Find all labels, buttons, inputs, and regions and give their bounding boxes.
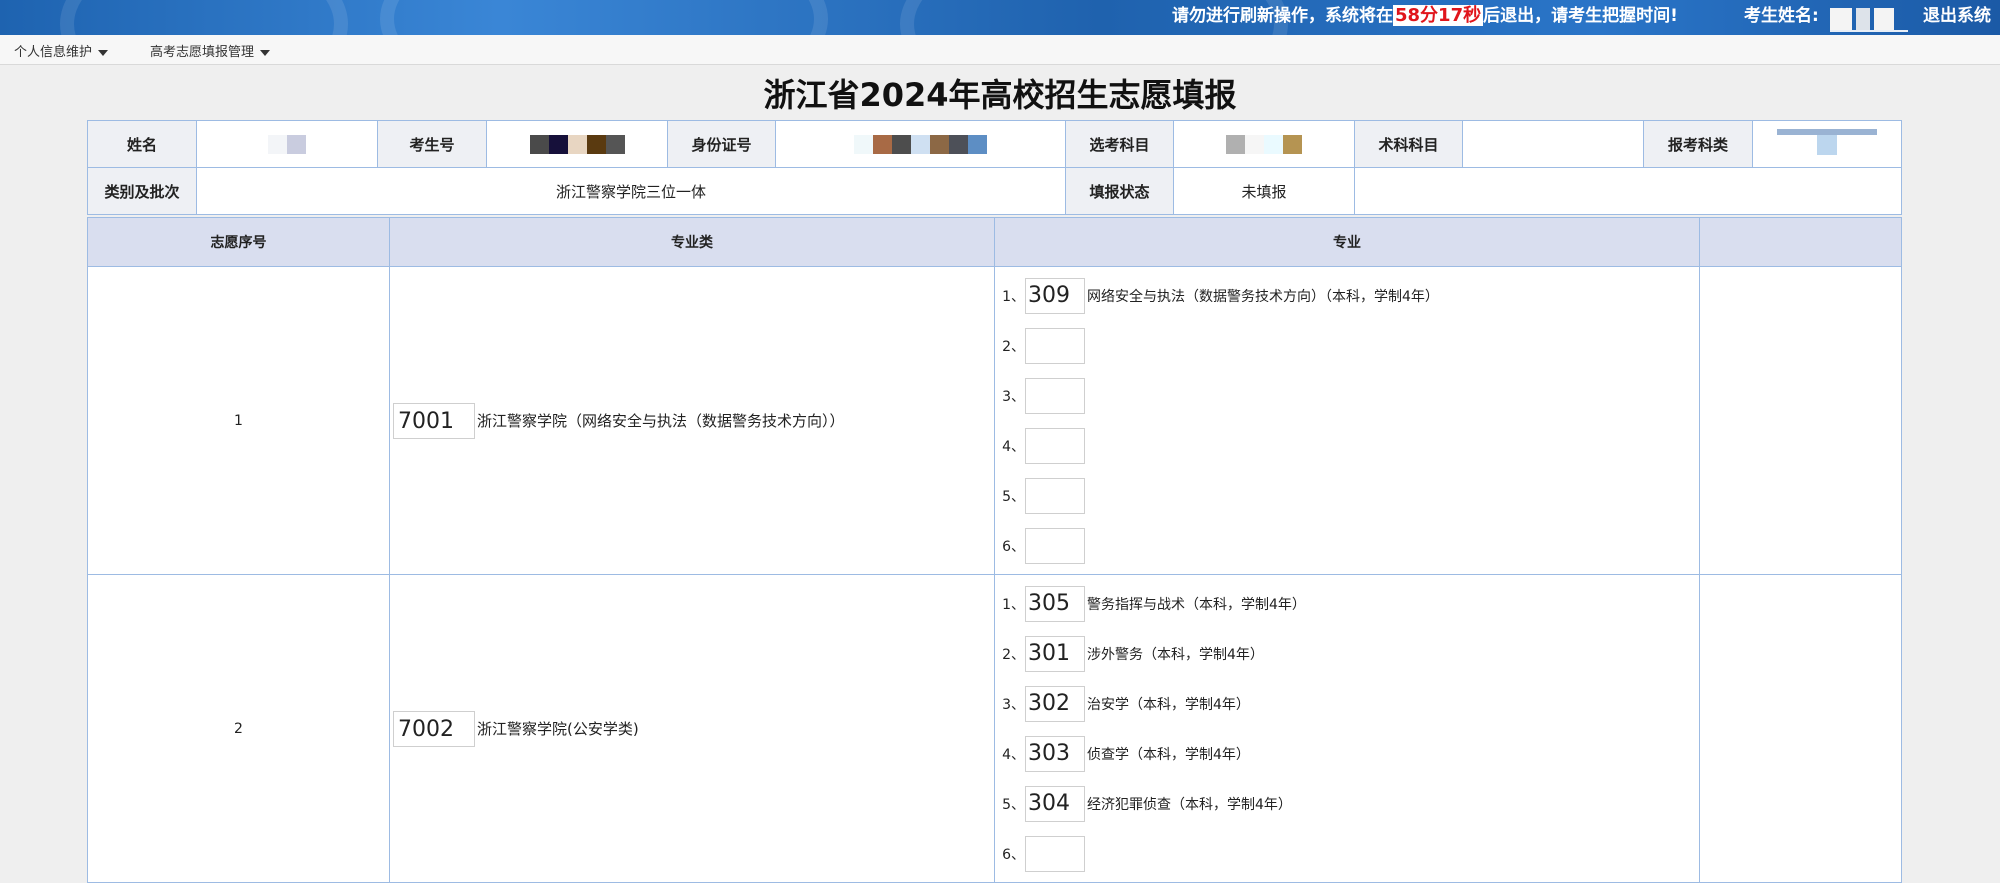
category-code-input[interactable]: 7002 [393, 710, 475, 747]
header-extra [1699, 217, 1902, 267]
major-choice: 6、 [995, 521, 1699, 571]
banner-decoration [380, 0, 828, 35]
major-name: 网络安全与执法（数据警务技术方向）（本科，学制4年） [1087, 289, 1439, 305]
info-empty-cell [1354, 167, 1902, 215]
skill-subjects-value [1462, 120, 1644, 168]
table-row: 1 7001 浙江警察学院（网络安全与执法（数据警务技术方向）） 1、 309 网络安全与… [87, 266, 1902, 575]
menu-personal-info-label: 个人信息维护 [14, 45, 93, 60]
exam-category-redacted [1752, 120, 1902, 168]
extra-cell [1699, 574, 1902, 883]
major-choice-number: 2、 [1002, 339, 1025, 355]
exam-number-label: 考生号 [377, 120, 487, 168]
major-code-input[interactable]: 309 [1025, 278, 1085, 314]
major-choice-number: 5、 [1002, 797, 1025, 813]
major-choice-number: 4、 [1002, 747, 1025, 763]
category-name: 浙江警察学院(公安学类) [477, 720, 639, 738]
major-category-cell: 7001 浙江警察学院（网络安全与执法（数据警务技术方向）） [389, 266, 995, 575]
menu-personal-info[interactable]: 个人信息维护 [14, 41, 109, 60]
menu-bar: 个人信息维护 高考志愿填报管理 [0, 35, 2000, 65]
major-name: 警务指挥与战术（本科，学制4年） [1087, 597, 1306, 613]
major-code-input[interactable]: 305 [1025, 586, 1085, 622]
extra-cell [1699, 266, 1902, 575]
major-code-input[interactable] [1025, 836, 1085, 872]
id-number-label: 身份证号 [667, 120, 776, 168]
top-banner: 请勿进行刷新操作，系统将在 58分17秒 后退出，请考生把握时间! 考生姓名: 退出… [0, 0, 2000, 35]
major-code-input[interactable]: 302 [1025, 686, 1085, 722]
major-name: 侦查学（本科，学制4年） [1087, 747, 1250, 763]
major-choice: 4、 [995, 421, 1699, 471]
countdown-timer: 58分17秒 [1393, 5, 1484, 26]
major-choice-number: 4、 [1002, 439, 1025, 455]
exam-category-label: 报考科类 [1643, 120, 1753, 168]
notice-text-after: 后退出，请考生把握时间! [1483, 6, 1678, 26]
header-major: 专业 [994, 217, 1700, 267]
majors-cell: 1、 305 警务指挥与战术（本科，学制4年） 2、 301 涉外警务（本科，学制4年） 3… [994, 574, 1700, 883]
major-choice-number: 5、 [1002, 489, 1025, 505]
major-code-input[interactable]: 304 [1025, 786, 1085, 822]
elective-subjects-redacted [1173, 120, 1355, 168]
major-choice-number: 1、 [1002, 289, 1025, 305]
caret-down-icon [260, 49, 271, 56]
exam-number-redacted [486, 120, 668, 168]
table-row: 2 7002 浙江警察学院(公安学类) 1、 305 警务指挥与战术（本科，学制4年） 2、… [87, 574, 1902, 883]
major-choice-number: 2、 [1002, 647, 1025, 663]
status-label: 填报状态 [1065, 167, 1174, 215]
elective-subjects-label: 选考科目 [1065, 120, 1174, 168]
skill-subjects-label: 术科科目 [1354, 120, 1463, 168]
menu-application-management-label: 高考志愿填报管理 [150, 45, 255, 60]
caret-down-icon [98, 49, 109, 56]
major-choice: 4、 303 侦查学（本科，学制4年） [995, 729, 1699, 779]
name-label: 姓名 [87, 120, 197, 168]
name-value-redacted [196, 120, 378, 168]
major-choice: 5、 [995, 471, 1699, 521]
major-code-input[interactable] [1025, 378, 1085, 414]
row-sequence: 2 [87, 574, 390, 883]
banner-decoration [60, 0, 348, 35]
major-category-cell: 7002 浙江警察学院(公安学类) [389, 574, 995, 883]
header-sequence: 志愿序号 [87, 217, 390, 267]
status-value: 未填报 [1173, 167, 1355, 215]
major-code-input[interactable]: 301 [1025, 636, 1085, 672]
major-code-input[interactable] [1025, 478, 1085, 514]
major-choice: 1、 309 网络安全与执法（数据警务技术方向）（本科，学制4年） [995, 271, 1699, 321]
major-code-input[interactable] [1025, 428, 1085, 464]
category-code-input[interactable]: 7001 [393, 402, 475, 439]
header-major-category: 专业类 [389, 217, 995, 267]
major-code-input[interactable] [1025, 528, 1085, 564]
major-name: 治安学（本科，学制4年） [1087, 697, 1250, 713]
major-choice: 2、 [995, 321, 1699, 371]
major-choice-number: 6、 [1002, 847, 1025, 863]
candidate-info-table: 姓名 考生号 身份证号 选考科目 术科科目 报考科类 类别及批次 浙江警察学院三… [87, 120, 1902, 215]
logout-button[interactable]: 退出系统 [1923, 3, 1991, 29]
major-name: 涉外警务（本科，学制4年） [1087, 647, 1264, 663]
major-choice: 3、 [995, 371, 1699, 421]
candidate-name-label: 考生姓名: [1744, 6, 1819, 26]
major-choice: 2、 301 涉外警务（本科，学制4年） [995, 629, 1699, 679]
major-code-input[interactable]: 303 [1025, 736, 1085, 772]
major-choice-number: 3、 [1002, 389, 1025, 405]
major-choice-number: 6、 [1002, 539, 1025, 555]
notice-text-before: 请勿进行刷新操作，系统将在 [1172, 6, 1393, 26]
major-choice-number: 1、 [1002, 597, 1025, 613]
majors-cell: 1、 309 网络安全与执法（数据警务技术方向）（本科，学制4年） 2、 3、 4、 5、 6… [994, 266, 1700, 575]
major-name: 经济犯罪侦查（本科，学制4年） [1087, 797, 1292, 813]
application-table: 志愿序号 专业类 专业 1 7001 浙江警察学院（网络安全与执法（数据警务技术方向… [87, 217, 1902, 883]
page-title: 浙江省2024年高校招生志愿填报 [763, 76, 1237, 114]
major-choice: 3、 302 治安学（本科，学制4年） [995, 679, 1699, 729]
batch-label: 类别及批次 [87, 167, 197, 215]
timeout-notice: 请勿进行刷新操作，系统将在 58分17秒 后退出，请考生把握时间! [1172, 3, 1678, 29]
major-choice: 5、 304 经济犯罪侦查（本科，学制4年） [995, 779, 1699, 829]
category-name: 浙江警察学院（网络安全与执法（数据警务技术方向）） [477, 412, 845, 430]
candidate-name-redacted [1830, 8, 1908, 32]
id-number-redacted [775, 120, 1066, 168]
major-choice: 1、 305 警务指挥与战术（本科，学制4年） [995, 579, 1699, 629]
batch-value: 浙江警察学院三位一体 [196, 167, 1066, 215]
major-choice-number: 3、 [1002, 697, 1025, 713]
row-sequence: 1 [87, 266, 390, 575]
menu-application-management[interactable]: 高考志愿填报管理 [150, 41, 271, 60]
major-code-input[interactable] [1025, 328, 1085, 364]
